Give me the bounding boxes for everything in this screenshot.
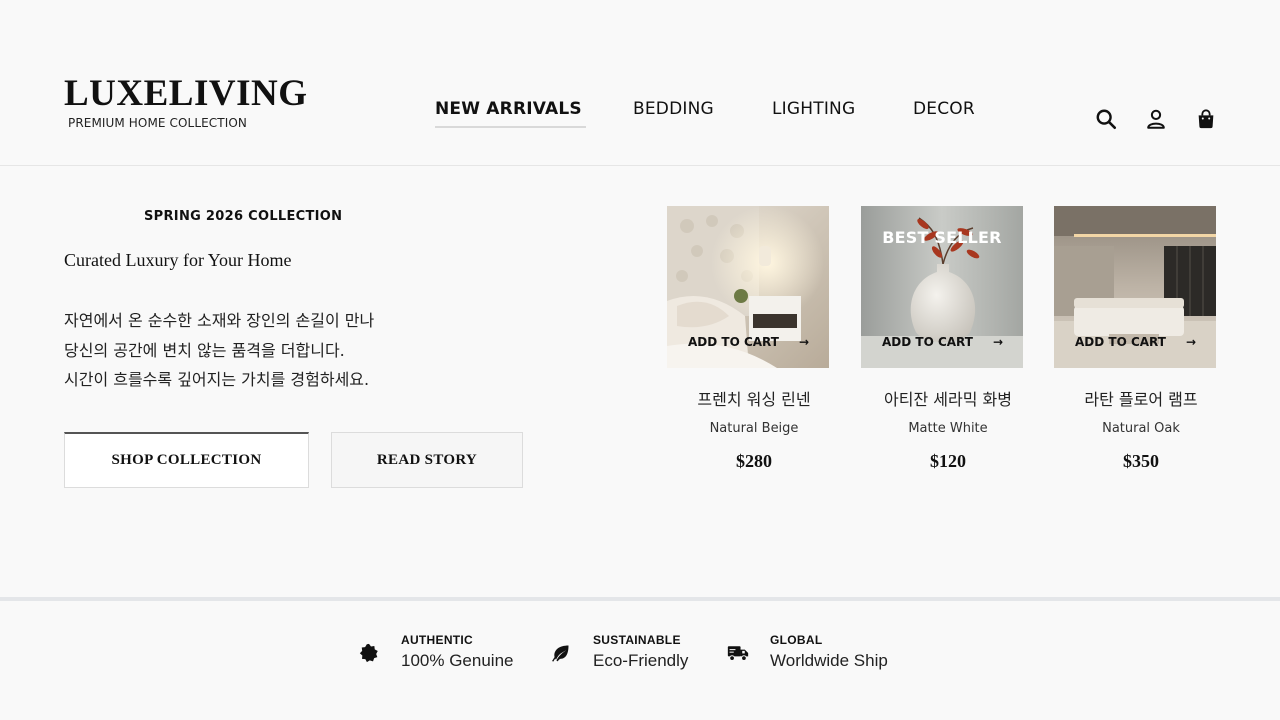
product-card[interactable]: ADD TO CART → 라탄 플로어 램프 Natural Oak $350 [1054, 206, 1217, 471]
leaf-icon [550, 642, 572, 664]
feature-value: 100% Genuine [401, 651, 514, 670]
add-to-cart-button[interactable]: ADD TO CART → [1075, 335, 1196, 349]
feature-title: SUSTAINABLE [593, 633, 681, 647]
product-name[interactable]: 라탄 플로어 램프 [1054, 386, 1228, 410]
brand-logo[interactable]: LUXELIVING PREMIUM HOME COLLECTION [64, 74, 308, 131]
shopping-bag-icon[interactable] [1193, 106, 1219, 132]
product-price: $280 [736, 451, 772, 471]
add-to-cart-label: ADD TO CART [1075, 335, 1166, 349]
add-to-cart-button[interactable]: ADD TO CART → [688, 335, 809, 349]
product-variant: Natural Oak [1102, 421, 1180, 436]
nav-active-underline [435, 126, 586, 128]
shop-collection-button[interactable]: SHOP COLLECTION [64, 432, 309, 488]
nav-item-new-arrivals[interactable]: NEW ARRIVALS [435, 99, 582, 119]
hero-description-line: 당신의 공간에 변치 않는 품격을 더합니다. [64, 340, 345, 360]
arrow-right-icon: → [798, 335, 809, 349]
hero-headline: Curated Luxury for Your Home [64, 250, 292, 270]
arrow-right-icon: → [1185, 335, 1196, 349]
product-variant: Natural Beige [709, 421, 799, 436]
nav-item-decor[interactable]: DECOR [913, 99, 975, 119]
product-card[interactable]: BEST SELLER ADD TO CART → 아티잔 세라믹 화병 Matt… [861, 206, 1024, 471]
product-name[interactable]: 프렌치 워싱 린넨 [667, 386, 841, 410]
badge-check-icon [358, 642, 380, 664]
product-card[interactable]: ADD TO CART → 프렌치 워싱 린넨 Natural Beige $28… [667, 206, 830, 471]
nav-item-lighting[interactable]: LIGHTING [772, 99, 855, 119]
hero-description-line: 시간이 흐를수록 깊어지는 가치를 경험하세요. [64, 370, 370, 389]
collection-eyebrow: SPRING 2026 COLLECTION [144, 209, 343, 224]
nav-item-bedding[interactable]: BEDDING [633, 99, 714, 119]
feature-title: AUTHENTIC [401, 633, 474, 647]
product-image-linen[interactable]: ADD TO CART → [667, 206, 829, 368]
add-to-cart-label: ADD TO CART [882, 335, 973, 349]
hero-description-line: 자연에서 온 순수한 소재와 장인의 손길이 만나 [64, 311, 375, 330]
product-price: $120 [930, 451, 966, 471]
site-header: LUXELIVING PREMIUM HOME COLLECTION NEW A… [0, 0, 1280, 166]
brand-name[interactable]: LUXELIVING [64, 74, 308, 114]
hero-description: 자연에서 온 순수한 소재와 장인의 손길이 만나 당신의 공간에 변치 않는 … [64, 306, 374, 395]
best-seller-badge: BEST SELLER [882, 228, 1002, 247]
search-icon[interactable] [1093, 106, 1119, 132]
brand-tagline: PREMIUM HOME COLLECTION [68, 116, 247, 130]
product-variant: Matte White [908, 421, 988, 436]
product-price: $350 [1123, 451, 1159, 471]
truck-icon [727, 642, 749, 664]
arrow-right-icon: → [992, 335, 1003, 349]
add-to-cart-label: ADD TO CART [688, 335, 779, 349]
feature-title: GLOBAL [770, 633, 823, 647]
features-bar: AUTHENTIC 100% Genuine SUSTAINABLE Eco-F… [0, 597, 1280, 720]
read-story-button[interactable]: READ STORY [331, 432, 523, 488]
product-image-vase[interactable]: BEST SELLER ADD TO CART → [861, 206, 1023, 368]
user-icon[interactable] [1143, 106, 1169, 132]
feature-value: Eco-Friendly [593, 651, 689, 670]
feature-value: Worldwide Ship [770, 651, 888, 670]
product-name[interactable]: 아티잔 세라믹 화병 [861, 386, 1035, 410]
product-image-lamp[interactable]: ADD TO CART → [1054, 206, 1216, 368]
add-to-cart-button[interactable]: ADD TO CART → [882, 335, 1003, 349]
